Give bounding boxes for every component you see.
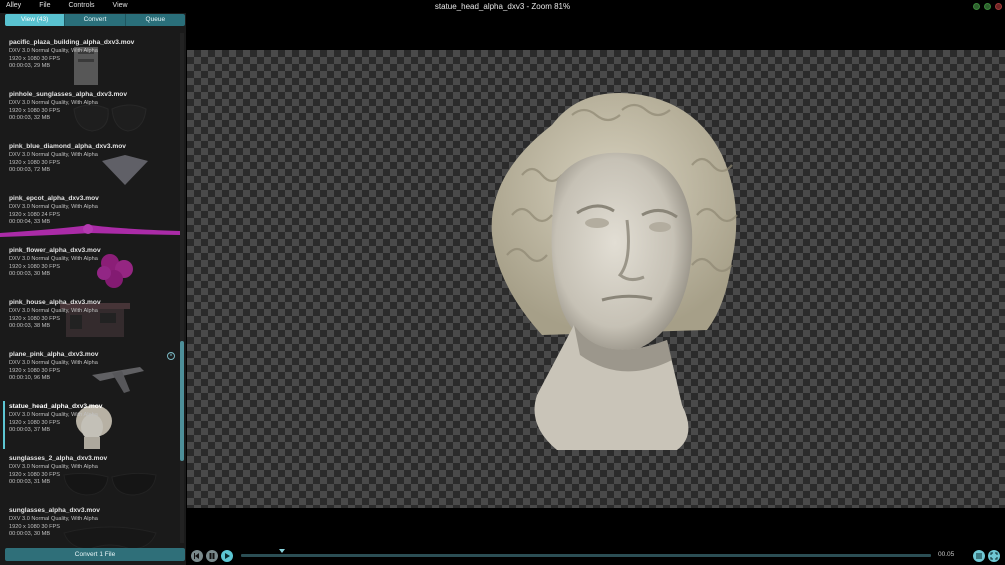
list-item[interactable]: pacific_plaza_building_alpha_dxv3.mov DX…	[0, 37, 180, 89]
file-codec: DXV 3.0 Normal Quality, With Alpha	[9, 48, 98, 54]
scrollbar-track[interactable]	[180, 33, 184, 543]
list-item[interactable]: pinhole_sunglasses_alpha_dxv3.mov DXV 3.…	[0, 89, 180, 141]
file-meta: 00:00:03, 29 MB	[9, 63, 51, 69]
file-resolution: 1920 x 1080 30 FPS	[9, 159, 61, 166]
list-view-icon[interactable]	[973, 550, 985, 562]
file-name: pink_epcot_alpha_dxv3.mov	[9, 195, 99, 202]
file-resolution: 1920 x 1080 30 FPS	[9, 107, 61, 114]
file-meta: 00:00:03, 30 MB	[9, 271, 51, 277]
file-resolution: 1920 x 1080 24 FPS	[9, 211, 61, 218]
convert-button[interactable]: Convert 1 File	[5, 548, 185, 561]
file-thumbnail	[92, 367, 144, 393]
tab-bar: View (43) Convert Queue	[5, 14, 185, 26]
file-meta: 00:00:03, 30 MB	[9, 531, 51, 537]
file-name: sunglasses_2_alpha_dxv3.mov	[9, 455, 108, 462]
tab-convert[interactable]: Convert	[64, 14, 124, 26]
file-name: pacific_plaza_building_alpha_dxv3.mov	[9, 39, 135, 46]
file-meta: 00:00:03, 32 MB	[9, 115, 51, 121]
file-codec: DXV 3.0 Normal Quality, With Alpha	[9, 464, 98, 470]
file-codec: DXV 3.0 Normal Quality, With Alpha	[9, 256, 98, 262]
file-meta: 00:00:03, 31 MB	[9, 479, 51, 485]
list-item[interactable]: pink_blue_diamond_alpha_dxv3.mov DXV 3.0…	[0, 141, 180, 193]
file-thumbnail	[63, 472, 157, 496]
file-list: pacific_plaza_building_alpha_dxv3.mov DX…	[0, 33, 180, 553]
playback-progress-bar[interactable]	[241, 554, 931, 557]
file-codec: DXV 3.0 Normal Quality, With Alpha	[9, 100, 98, 106]
statue-head-preview	[491, 93, 738, 450]
minimize-icon[interactable]	[973, 3, 980, 10]
file-thumbnail	[102, 155, 148, 185]
file-codec: DXV 3.0 Normal Quality, With Alpha	[9, 516, 98, 522]
video-preview	[187, 50, 1005, 508]
file-codec: DXV 3.0 Normal Quality, With Alpha	[9, 308, 98, 314]
file-meta: 00:00:03, 72 MB	[9, 167, 51, 173]
selection-indicator	[3, 401, 5, 449]
file-resolution: 1920 x 1080 30 FPS	[9, 523, 61, 530]
file-codec: DXV 3.0 Normal Quality, With Alpha	[9, 204, 98, 210]
file-name: pink_house_alpha_dxv3.mov	[9, 299, 101, 306]
window-controls	[973, 3, 1002, 10]
file-resolution: 1920 x 1080 30 FPS	[9, 315, 61, 322]
file-codec: DXV 3.0 Normal Quality, With Alpha	[9, 360, 98, 366]
list-item[interactable]: sunglasses_2_alpha_dxv3.mov DXV 3.0 Norm…	[0, 453, 180, 505]
list-item[interactable]: statue_head_alpha_dxv3.mov DXV 3.0 Norma…	[0, 401, 180, 453]
file-meta: 00:00:04, 33 MB	[9, 219, 51, 225]
transport-bar: 00.05	[186, 545, 1005, 565]
file-name: pinhole_sunglasses_alpha_dxv3.mov	[9, 91, 128, 98]
play-icon[interactable]	[221, 550, 233, 562]
file-name: pink_blue_diamond_alpha_dxv3.mov	[9, 143, 126, 150]
remove-item-icon[interactable]: ×	[167, 352, 175, 360]
file-codec: DXV 3.0 Normal Quality, With Alpha	[9, 412, 98, 418]
file-resolution: 1920 x 1080 30 FPS	[9, 419, 61, 426]
list-item[interactable]: pink_epcot_alpha_dxv3.mov DXV 3.0 Normal…	[0, 193, 180, 245]
pause-icon[interactable]	[206, 550, 218, 562]
file-name: plane_pink_alpha_dxv3.mov	[9, 351, 99, 358]
title-bar: Alley File Controls View statue_head_alp…	[0, 0, 1005, 13]
file-resolution: 1920 x 1080 30 FPS	[9, 471, 61, 478]
file-name: sunglasses_alpha_dxv3.mov	[9, 507, 100, 514]
file-meta: 00:00:10, 96 MB	[9, 375, 51, 381]
previous-icon[interactable]	[191, 550, 203, 562]
file-meta: 00:00:03, 37 MB	[9, 427, 51, 433]
file-resolution: 1920 x 1080 30 FPS	[9, 367, 61, 374]
fullscreen-icon[interactable]	[988, 550, 1000, 562]
window-title: statue_head_alpha_dxv3 - Zoom 81%	[434, 2, 571, 11]
maximize-icon[interactable]	[984, 3, 991, 10]
list-item[interactable]: pink_house_alpha_dxv3.mov DXV 3.0 Normal…	[0, 297, 180, 349]
playhead-marker[interactable]	[279, 549, 286, 553]
list-item[interactable]: plane_pink_alpha_dxv3.mov DXV 3.0 Normal…	[0, 349, 180, 401]
file-codec: DXV 3.0 Normal Quality, With Alpha	[9, 152, 98, 158]
scrollbar-thumb[interactable]	[180, 341, 184, 461]
tab-view[interactable]: View (43)	[5, 14, 65, 26]
file-resolution: 1920 x 1080 30 FPS	[9, 263, 61, 270]
file-thumbnail	[76, 405, 112, 449]
file-name: pink_flower_alpha_dxv3.mov	[9, 247, 101, 254]
time-display: 00.05	[938, 551, 955, 558]
file-name: statue_head_alpha_dxv3.mov	[9, 403, 103, 410]
list-item[interactable]: pink_flower_alpha_dxv3.mov DXV 3.0 Norma…	[0, 245, 180, 297]
list-item[interactable]: sunglasses_alpha_dxv3.mov DXV 3.0 Normal…	[0, 505, 180, 553]
tab-queue[interactable]: Queue	[124, 14, 185, 26]
file-meta: 00:00:03, 38 MB	[9, 323, 51, 329]
close-icon[interactable]	[995, 3, 1002, 10]
sidebar: View (43) Convert Queue pacific_plaza_bu…	[0, 13, 186, 565]
file-resolution: 1920 x 1080 30 FPS	[9, 55, 61, 62]
